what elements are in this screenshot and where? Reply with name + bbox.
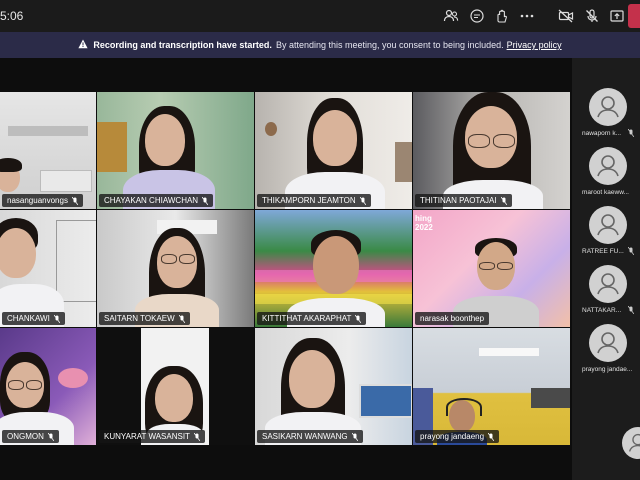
participant-name: CHANKAWI (2, 312, 65, 325)
avatar (589, 265, 627, 303)
video-tile[interactable]: nasanguanvongs (0, 92, 96, 209)
mic-off-icon (359, 196, 366, 205)
mic-off-icon (628, 306, 634, 314)
mic-off-icon[interactable] (582, 6, 602, 26)
mic-off-icon (202, 196, 209, 205)
video-tile[interactable]: hing 2022 narasak boonthep (413, 210, 570, 327)
privacy-policy-link[interactable]: Privacy policy (507, 40, 562, 50)
mic-off-icon (47, 432, 54, 441)
camera-off-icon[interactable] (556, 6, 576, 26)
recording-banner: Recording and transcription have started… (0, 32, 640, 58)
participant-name: KITTITHAT AKARAPHAT (257, 312, 367, 325)
sidebar-participant-name: NATTAKAR... (582, 307, 622, 314)
participant-name: narasak boonthep (415, 312, 490, 325)
avatar (589, 206, 627, 244)
mic-off-icon (500, 196, 507, 205)
mic-off-icon (488, 432, 495, 441)
participant-name: SASIKARN WANWANG (257, 430, 363, 443)
participant-name: THITINAN PAOTAJAI (415, 194, 512, 207)
sidebar-participant-name: maroot kaeww... (582, 189, 629, 196)
video-tile[interactable]: KUNYARAT WASANSIT (97, 328, 254, 445)
video-tile[interactable]: CHAYAKAN CHIAWCHAN (97, 92, 254, 209)
mic-off-icon (71, 196, 78, 205)
mic-off-icon (53, 314, 60, 323)
react-icon[interactable] (492, 6, 512, 26)
video-tile[interactable]: KITTITHAT AKARAPHAT (255, 210, 412, 327)
participant-sidebar: nawaporn k... maroot kaeww... RATREE FU.… (572, 58, 640, 480)
avatar (589, 147, 627, 185)
mic-off-icon (351, 432, 358, 441)
banner-title: Recording and transcription have started… (93, 40, 272, 50)
sidebar-participant[interactable]: prayong jandae... (572, 324, 640, 382)
more-icon[interactable] (517, 6, 537, 26)
mic-off-icon (193, 432, 200, 441)
mic-off-icon (628, 247, 634, 255)
avatar (589, 88, 627, 126)
share-icon[interactable] (607, 6, 627, 26)
participant-name: THIKAMPORN JEAMTON (257, 194, 371, 207)
sidebar-participant[interactable]: RATREE FU... (572, 206, 640, 264)
video-tile[interactable]: THITINAN PAOTAJAI (413, 92, 570, 209)
banner-text: By attending this meeting, you consent t… (275, 40, 504, 50)
participant-name: nasanguanvongs (2, 194, 83, 207)
participant-name: ONGMON (2, 430, 59, 443)
avatar (589, 324, 627, 362)
video-tile[interactable]: CHANKAWI (0, 210, 96, 327)
sidebar-participant[interactable]: nawaporn k... (572, 88, 640, 146)
video-tile[interactable]: SAITARN TOKAEW (97, 210, 254, 327)
leave-button[interactable] (628, 4, 640, 28)
mic-off-icon (178, 314, 185, 323)
chat-icon[interactable] (467, 6, 487, 26)
background-text: hing 2022 (415, 214, 433, 232)
sidebar-participant[interactable]: NATTAKAR... (572, 265, 640, 323)
warning-icon (78, 39, 88, 51)
sidebar-participant-name: nawaporn k... (582, 130, 622, 137)
video-tile[interactable]: prayong jandaeng (413, 328, 570, 445)
meeting-toolbar: 5:06 (0, 0, 640, 32)
participant-name: prayong jandaeng (415, 430, 500, 443)
overflow-participant-avatar[interactable] (622, 427, 640, 459)
participant-name: SAITARN TOKAEW (99, 312, 190, 325)
sidebar-participant-name: prayong jandae... (582, 366, 633, 373)
meeting-timer: 5:06 (0, 9, 24, 23)
mic-off-icon (628, 129, 634, 137)
sidebar-participant[interactable]: maroot kaeww... (572, 147, 640, 205)
people-icon[interactable] (441, 6, 461, 26)
participant-name: KUNYARAT WASANSIT (99, 430, 205, 443)
video-grid: nasanguanvongs CHAYAKAN CHIAWCHAN THIKAM… (0, 58, 572, 480)
video-tile[interactable]: THIKAMPORN JEAMTON (255, 92, 412, 209)
mic-off-icon (355, 314, 362, 323)
video-tile[interactable]: SASIKARN WANWANG (255, 328, 412, 445)
video-tile[interactable]: ONGMON (0, 328, 96, 445)
sidebar-participant-name: RATREE FU... (582, 248, 624, 255)
participant-name: CHAYAKAN CHIAWCHAN (99, 194, 214, 207)
